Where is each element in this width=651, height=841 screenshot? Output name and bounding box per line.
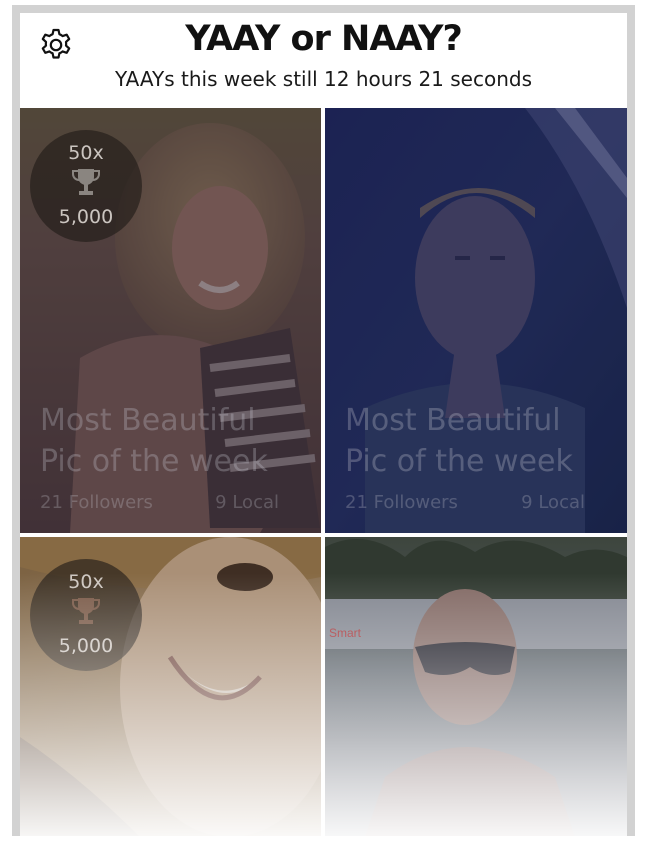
score-badge: 50x 5,000	[30, 559, 142, 671]
followers-count: 21 Followers	[345, 492, 458, 513]
countdown-subtitle: YAAYs this week still 12 hours 21 second…	[114, 67, 533, 91]
local-count: 9 Local	[521, 492, 585, 513]
page-title: YAAY or NAAY?	[185, 19, 463, 59]
trophy-icon	[72, 598, 100, 624]
badge-score: 5,000	[58, 635, 114, 657]
photo-grid: 50x 5,000 Most Beautiful Pic of the week…	[20, 108, 627, 836]
trophy-icon	[72, 169, 100, 195]
photo-tile-3[interactable]: 50x 5,000	[20, 537, 321, 836]
device-frame: YAAY or NAAY? YAAYs this week still 12 h…	[12, 5, 635, 836]
photo-caption: Most Beautiful Pic of the week	[40, 400, 268, 482]
badge-score: 5,000	[58, 206, 114, 228]
caption-line-1: Most Beautiful	[345, 403, 561, 438]
caption-line-1: Most Beautiful	[40, 403, 256, 438]
photo-tile-2[interactable]: Most Beautiful Pic of the week 21 Follow…	[325, 108, 627, 533]
photo-tile-4[interactable]: Smart	[325, 537, 627, 836]
badge-multiplier: 50x	[68, 571, 104, 593]
photo-overlay	[325, 537, 627, 836]
badge-multiplier: 50x	[68, 142, 104, 164]
photo-tile-1[interactable]: 50x 5,000 Most Beautiful Pic of the week…	[20, 108, 321, 533]
app-screen: YAAY or NAAY? YAAYs this week still 12 h…	[20, 13, 627, 836]
caption-line-2: Pic of the week	[40, 444, 268, 479]
local-count: 9 Local	[215, 492, 279, 513]
photo-caption: Most Beautiful Pic of the week	[345, 400, 573, 482]
header: YAAY or NAAY? YAAYs this week still 12 h…	[20, 13, 627, 108]
caption-line-2: Pic of the week	[345, 444, 573, 479]
photo-stats: 21 Followers 9 Local	[40, 492, 279, 513]
followers-count: 21 Followers	[40, 492, 153, 513]
photo-stats: 21 Followers 9 Local	[345, 492, 585, 513]
score-badge: 50x 5,000	[30, 130, 142, 242]
